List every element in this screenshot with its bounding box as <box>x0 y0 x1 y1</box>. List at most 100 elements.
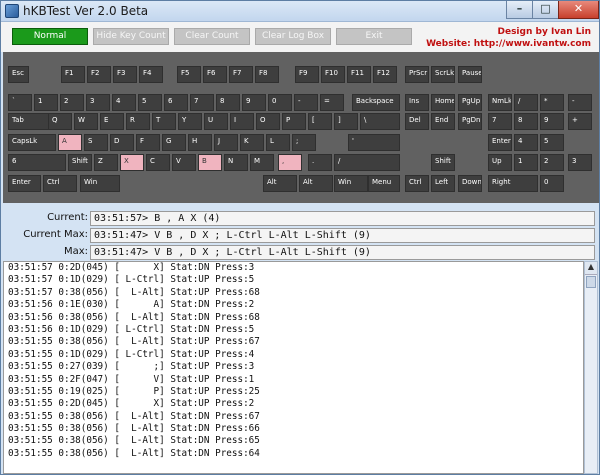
key-94[interactable]: Alt <box>299 175 333 192</box>
key-13[interactable]: PrScr <box>405 66 429 83</box>
key-92[interactable]: Win <box>80 175 120 192</box>
key-91[interactable]: Ctrl <box>43 175 77 192</box>
key-43[interactable]: Y <box>178 113 202 130</box>
key-50[interactable]: \ <box>360 113 400 130</box>
exit-button[interactable]: Exit <box>336 28 412 45</box>
key-78[interactable]: V <box>172 154 196 171</box>
title-bar[interactable]: hKBTest Ver 2.0 Beta – □ ✕ <box>1 1 599 22</box>
key-38[interactable]: Q <box>48 113 72 130</box>
key-3[interactable]: F3 <box>113 66 137 83</box>
log-scrollbar[interactable]: ▲ <box>584 261 598 474</box>
key-59[interactable]: A <box>58 134 82 151</box>
key-75[interactable]: Z <box>94 154 118 171</box>
key-64[interactable]: H <box>188 134 212 151</box>
key-99[interactable]: Down <box>458 175 482 192</box>
key-45[interactable]: I <box>230 113 254 130</box>
key-39[interactable]: W <box>74 113 98 130</box>
key-66[interactable]: K <box>240 134 264 151</box>
key-20[interactable]: 4 <box>112 94 136 111</box>
key-1[interactable]: F1 <box>61 66 85 83</box>
key-19[interactable]: 3 <box>86 94 110 111</box>
key-54[interactable]: 7 <box>488 113 512 130</box>
key-86[interactable]: Up <box>488 154 512 171</box>
key-15[interactable]: Pause <box>458 66 482 83</box>
key-42[interactable]: T <box>152 113 176 130</box>
key-85[interactable]: Shift <box>431 154 455 171</box>
key-96[interactable]: Menu <box>368 175 400 192</box>
key-98[interactable]: Left <box>431 175 455 192</box>
key-67[interactable]: L <box>266 134 290 151</box>
key-82[interactable]: , <box>278 154 302 171</box>
key-21[interactable]: 5 <box>138 94 162 111</box>
key-18[interactable]: 2 <box>60 94 84 111</box>
key-8[interactable]: F8 <box>255 66 279 83</box>
key-5[interactable]: F5 <box>177 66 201 83</box>
clear-count-button[interactable]: Clear Count <box>174 28 250 45</box>
key-84[interactable]: / <box>334 154 400 171</box>
key-71[interactable]: 4 <box>514 134 538 151</box>
scroll-thumb[interactable] <box>586 276 596 288</box>
key-90[interactable]: Enter <box>8 175 41 192</box>
key-73[interactable]: 6 <box>8 154 66 171</box>
key-16[interactable]: ` <box>8 94 32 111</box>
key-61[interactable]: D <box>110 134 134 151</box>
key-17[interactable]: 1 <box>34 94 58 111</box>
key-76[interactable]: X <box>120 154 144 171</box>
key-29[interactable]: Backspace <box>352 94 400 111</box>
key-4[interactable]: F4 <box>139 66 163 83</box>
key-22[interactable]: 6 <box>164 94 188 111</box>
key-35[interactable]: * <box>540 94 564 111</box>
key-83[interactable]: . <box>308 154 332 171</box>
normal-button[interactable]: Normal <box>12 28 88 45</box>
key-87[interactable]: 1 <box>514 154 538 171</box>
key-62[interactable]: F <box>136 134 160 151</box>
key-28[interactable]: = <box>320 94 344 111</box>
key-77[interactable]: C <box>146 154 170 171</box>
key-60[interactable]: S <box>84 134 108 151</box>
minimize-button[interactable]: – <box>506 1 533 19</box>
key-34[interactable]: / <box>514 94 538 111</box>
key-49[interactable]: ] <box>334 113 358 130</box>
key-log-box[interactable]: 03:51:57 0:2D(045) [ X] Stat:DN Press:3 0… <box>3 261 584 474</box>
maximize-button[interactable]: □ <box>532 1 559 19</box>
hide-key-count-button[interactable]: Hide Key Count <box>93 28 169 45</box>
key-37[interactable]: Tab <box>8 113 52 130</box>
key-88[interactable]: 2 <box>540 154 564 171</box>
key-74[interactable]: Shift <box>68 154 92 171</box>
key-101[interactable]: 0 <box>540 175 564 192</box>
key-51[interactable]: Del <box>405 113 429 130</box>
key-56[interactable]: 9 <box>540 113 564 130</box>
key-69[interactable]: ' <box>348 134 400 151</box>
key-7[interactable]: F7 <box>229 66 253 83</box>
key-68[interactable]: ; <box>292 134 316 151</box>
scroll-up-button[interactable]: ▲ <box>585 262 597 275</box>
key-46[interactable]: O <box>256 113 280 130</box>
key-47[interactable]: P <box>282 113 306 130</box>
close-button[interactable]: ✕ <box>558 1 599 19</box>
key-31[interactable]: Home <box>431 94 455 111</box>
key-11[interactable]: F11 <box>347 66 371 83</box>
key-55[interactable]: 8 <box>514 113 538 130</box>
key-70[interactable]: Enter <box>488 134 512 151</box>
key-81[interactable]: M <box>250 154 274 171</box>
key-14[interactable]: ScrLk <box>431 66 455 83</box>
key-53[interactable]: PgDn <box>458 113 482 130</box>
key-58[interactable]: CapsLk <box>8 134 56 151</box>
key-57[interactable]: + <box>568 113 592 130</box>
key-97[interactable]: Ctrl <box>405 175 429 192</box>
key-100[interactable]: Right <box>488 175 538 192</box>
key-40[interactable]: E <box>100 113 124 130</box>
clear-log-box-button[interactable]: Clear Log Box <box>255 28 331 45</box>
key-44[interactable]: U <box>204 113 228 130</box>
key-10[interactable]: F10 <box>321 66 345 83</box>
key-33[interactable]: NmLk <box>488 94 512 111</box>
key-48[interactable]: [ <box>308 113 332 130</box>
key-72[interactable]: 5 <box>540 134 564 151</box>
key-6[interactable]: F6 <box>203 66 227 83</box>
key-52[interactable]: End <box>431 113 455 130</box>
key-30[interactable]: Ins <box>405 94 429 111</box>
key-12[interactable]: F12 <box>373 66 397 83</box>
key-25[interactable]: 9 <box>242 94 266 111</box>
key-93[interactable]: Alt <box>263 175 297 192</box>
key-41[interactable]: R <box>126 113 150 130</box>
